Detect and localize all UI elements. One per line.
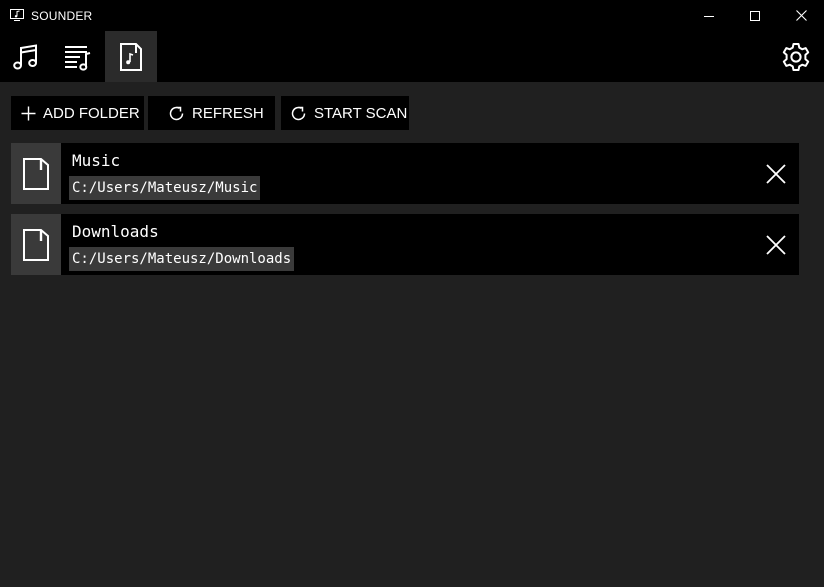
nav-bar [0,31,824,82]
add-folder-label: ADD FOLDER [43,104,140,122]
folder-list-item[interactable]: Music C:/Users/Mateusz/Music [11,143,799,204]
folder-thumbnail [11,143,61,204]
refresh-button[interactable]: REFRESH [148,96,275,130]
close-button[interactable] [778,0,824,31]
maximize-icon [750,10,760,21]
monitor-music-icon [10,9,24,21]
app-window: SOUNDER ADD FOLDER REFRESH START SCAN Mu… [0,0,824,587]
start-scan-label: START SCAN [314,104,408,122]
folder-list-item[interactable]: Downloads C:/Users/Mateusz/Downloads [11,214,799,275]
close-icon [766,234,786,255]
file-icon [23,228,49,261]
music-file-icon [120,42,142,71]
close-icon [795,10,807,21]
folder-thumbnail [11,214,61,275]
minimize-button[interactable] [686,0,732,31]
folder-path: C:/Users/Mateusz/Music [69,176,261,200]
folder-name: Music [72,151,121,170]
playlist-icon [65,45,91,71]
maximize-button[interactable] [732,0,778,31]
refresh-label: REFRESH [192,104,264,122]
window-title: SOUNDER [31,9,93,23]
settings-button[interactable] [768,31,824,82]
refresh-icon [169,106,184,120]
tab-songs[interactable] [0,31,52,82]
plus-icon [21,106,36,120]
remove-folder-button[interactable] [753,214,799,275]
file-icon [23,157,49,190]
tab-playlist[interactable] [52,31,104,82]
music-note-icon [13,43,38,69]
start-scan-button[interactable]: START SCAN [281,96,409,130]
remove-folder-button[interactable] [753,143,799,204]
tab-folders[interactable] [105,31,157,82]
gear-icon [782,42,810,71]
scan-refresh-icon [291,106,306,120]
folder-name: Downloads [72,222,159,241]
title-bar[interactable]: SOUNDER [0,0,824,31]
add-folder-button[interactable]: ADD FOLDER [11,96,144,130]
folder-path: C:/Users/Mateusz/Downloads [69,247,295,271]
minimize-icon [704,15,714,17]
close-icon [766,163,786,184]
